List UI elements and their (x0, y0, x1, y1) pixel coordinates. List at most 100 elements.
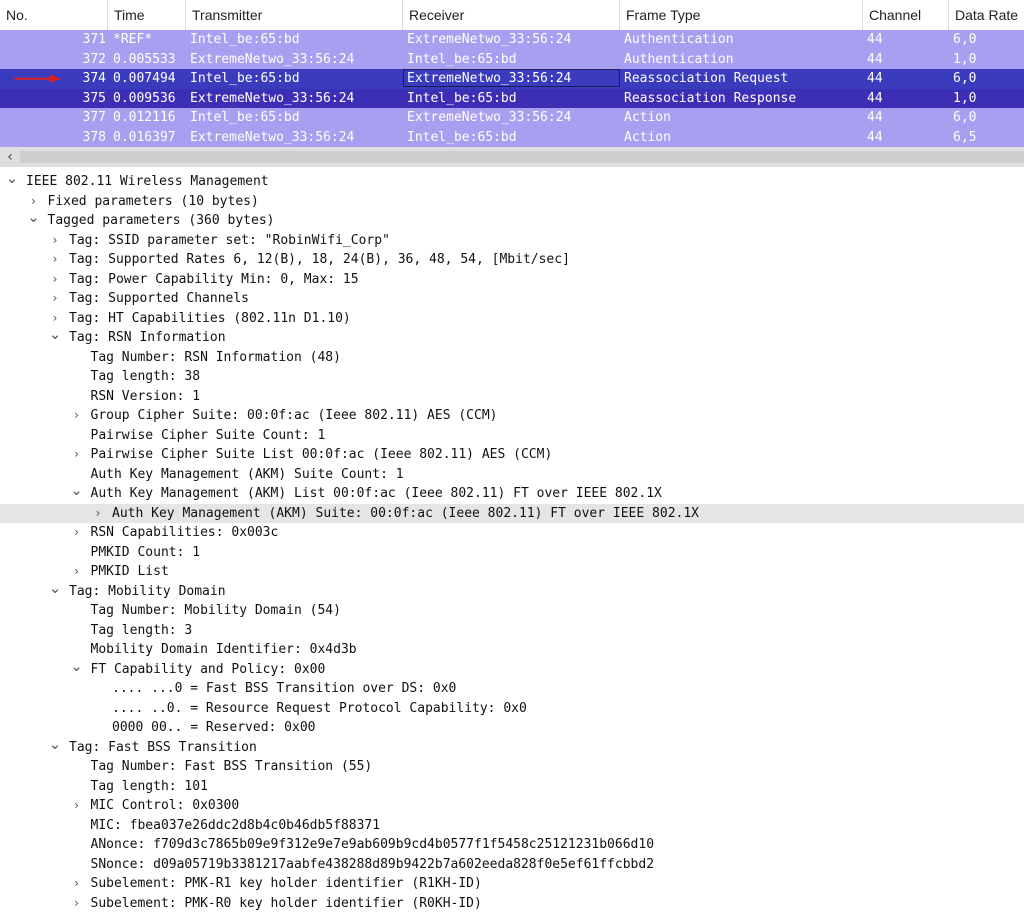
packet-cell-type: Authentication (624, 51, 734, 67)
tree-row[interactable]: MIC: fbea037e26ddc2d8b4c0b46db5f88371 (0, 816, 1024, 836)
packet-list-header: No. Time Transmitter Receiver Frame Type… (0, 0, 1024, 31)
tree-row-label: Tag: Supported Channels (69, 291, 250, 306)
tree-row[interactable]: ⌄ IEEE 802.11 Wireless Management (0, 171, 1024, 192)
tree-row-label: Fixed parameters (10 bytes) (47, 193, 259, 209)
packet-row[interactable]: 371 *REF* Intel_be:65:bd ExtremeNetwo_33:56… (0, 30, 1024, 50)
column-header-transmitter[interactable]: Transmitter (186, 0, 403, 30)
packet-list: No. Time Transmitter Receiver Frame Type… (0, 0, 1024, 147)
tree-row[interactable]: ⌄ Tagged parameters (360 bytes) (0, 210, 1024, 231)
packet-cell-rate: 6,0 (953, 71, 977, 86)
chevron-right-icon[interactable]: › (70, 796, 84, 816)
tree-row-label: MIC: fbea037e26ddc2d8b4c0b46db5f88371 (90, 817, 381, 833)
scrollbar-track[interactable] (20, 151, 1024, 163)
packet-cell-rate: 1,0 (953, 51, 977, 67)
tree-row[interactable]: Tag Number: RSN Information (48) (0, 348, 1024, 368)
tree-row-label: PMKID List (90, 564, 169, 579)
tree-row[interactable]: .... ..0. = Resource Request Protocol Ca… (0, 699, 1024, 719)
tree-row[interactable]: › Tag: Supported Channels (0, 289, 1024, 309)
column-header-data-rate[interactable]: Data Rate (949, 0, 1024, 30)
chevron-down-icon[interactable]: ⌄ (70, 658, 84, 680)
tree-row-label: Tag: Fast BSS Transition (69, 739, 257, 755)
tree-row[interactable]: SNonce: d09a05719b3381217aabfe438288d89b… (0, 855, 1024, 875)
tree-row[interactable]: › Group Cipher Suite: 00:0f:ac (Ieee 802.… (0, 406, 1024, 426)
tree-row[interactable]: ⌄ FT Capability and Policy: 0x00 (0, 658, 1024, 680)
tree-row[interactable]: Auth Key Management (AKM) Suite Count: 1 (0, 465, 1024, 485)
chevron-down-icon[interactable]: ⌄ (5, 171, 19, 192)
tree-row-label: Auth Key Management (AKM) List 00:0f:ac … (90, 486, 662, 501)
tree-row-label: Pairwise Cipher Suite Count: 1 (90, 427, 326, 443)
chevron-right-icon[interactable]: › (91, 504, 105, 524)
tree-row-label: Tag Number: Mobility Domain (54) (90, 603, 341, 618)
tree-row[interactable]: › Tag: Power Capability Min: 0, Max: 15 (0, 270, 1024, 290)
packet-row[interactable]: 372 0.005533 ExtremeNetwo_33:56:24 Intel_be… (0, 49, 1024, 69)
chevron-right-icon[interactable]: › (48, 250, 62, 270)
tree-row[interactable]: › Subelement: PMK-R0 key holder identifie… (0, 894, 1024, 914)
tree-row[interactable]: › PMKID List (0, 562, 1024, 582)
packet-cell-tx: ExtremeNetwo_33:56:24 (190, 129, 355, 145)
tree-row[interactable]: Tag length: 101 (0, 777, 1024, 797)
tree-row[interactable]: › Subelement: PMK-R1 key holder identifie… (0, 874, 1024, 894)
packet-cell-time: *REF* (113, 32, 153, 47)
chevron-right-icon[interactable]: › (48, 289, 62, 309)
chevron-right-icon[interactable]: › (48, 270, 62, 290)
chevron-right-icon[interactable]: › (70, 523, 84, 543)
tree-row[interactable]: › MIC Control: 0x0300 (0, 796, 1024, 816)
tree-row[interactable]: Pairwise Cipher Suite Count: 1 (0, 426, 1024, 446)
chevron-right-icon[interactable]: › (70, 562, 84, 582)
tree-row[interactable]: Mobility Domain Identifier: 0x4d3b (0, 640, 1024, 660)
tree-row[interactable]: › Fixed parameters (10 bytes) (0, 192, 1024, 212)
tree-row[interactable]: RSN Version: 1 (0, 387, 1024, 407)
chevron-down-icon[interactable]: ⌄ (70, 483, 84, 504)
tree-row[interactable]: Tag Number: Fast BSS Transition (55) (0, 757, 1024, 777)
column-header-time[interactable]: Time (108, 0, 186, 30)
packet-cell-rx: ExtremeNetwo_33:56:24 (407, 32, 572, 47)
tree-row-label: .... ..0. = Resource Request Protocol Ca… (112, 700, 527, 716)
tree-row[interactable]: › Tag: SSID parameter set: "RobinWifi_Cor… (0, 231, 1024, 251)
chevron-right-icon[interactable]: › (70, 894, 84, 914)
packet-cell-type: Action (624, 129, 671, 145)
tree-row[interactable]: .... ...0 = Fast BSS Transition over DS:… (0, 679, 1024, 699)
tree-row[interactable]: ⌄ Tag: Mobility Domain (0, 580, 1024, 602)
tree-row[interactable]: Tag length: 38 (0, 367, 1024, 387)
chevron-right-icon[interactable]: › (70, 445, 84, 465)
tree-row[interactable]: PMKID Count: 1 (0, 543, 1024, 563)
tree-row-label: Tag Number: RSN Information (48) (90, 349, 341, 365)
chevron-down-icon[interactable]: ⌄ (48, 327, 62, 348)
column-header-frame-type[interactable]: Frame Type (620, 0, 863, 30)
chevron-right-icon[interactable]: › (70, 874, 84, 894)
tree-row-label: Subelement: PMK-R1 key holder identifier… (90, 876, 482, 891)
chevron-down-icon[interactable]: ⌄ (27, 210, 41, 231)
packet-cell-rx: Intel_be:65:bd (407, 51, 517, 67)
column-header-no[interactable]: No. (0, 0, 108, 30)
tree-row-label: Tag length: 3 (90, 622, 193, 638)
tree-row[interactable]: Tag length: 3 (0, 621, 1024, 641)
tree-row[interactable]: › Tag: Supported Rates 6, 12(B), 18, 24(B… (0, 250, 1024, 270)
tree-row[interactable]: › Pairwise Cipher Suite List 00:0f:ac (Ie… (0, 445, 1024, 465)
tree-row[interactable]: 0000 00.. = Reserved: 0x00 (0, 718, 1024, 738)
tree-row-label: Tag: HT Capabilities (802.11n D1.10) (69, 310, 351, 326)
column-header-channel[interactable]: Channel (863, 0, 949, 30)
chevron-left-icon[interactable]: ‹ (0, 147, 20, 167)
column-header-receiver[interactable]: Receiver (403, 0, 620, 30)
packet-row[interactable]: 378 0.016397 ExtremeNetwo_33:56:24 Intel_be… (0, 127, 1024, 147)
tree-row[interactable]: › Tag: HT Capabilities (802.11n D1.10) (0, 309, 1024, 329)
tree-row[interactable]: ⌄ Tag: Fast BSS Transition (0, 736, 1024, 758)
tree-row[interactable]: ANonce: f709d3c7865b09e9f312e9e7e9ab609b… (0, 835, 1024, 855)
packet-row[interactable]: 377 0.012116 Intel_be:65:bd ExtremeNetwo_33… (0, 108, 1024, 128)
chevron-right-icon[interactable]: › (48, 231, 62, 251)
tree-row[interactable]: ⌄ Tag: RSN Information (0, 327, 1024, 348)
chevron-down-icon[interactable]: ⌄ (48, 736, 62, 758)
tree-row[interactable]: › Auth Key Management (AKM) Suite: 00:0f:… (0, 503, 1024, 524)
tree-row[interactable]: ⌄ Auth Key Management (AKM) List 00:0f:ac… (0, 483, 1024, 504)
tree-row[interactable]: Tag Number: Mobility Domain (54) (0, 601, 1024, 621)
tree-row-label: .... ...0 = Fast BSS Transition over DS:… (112, 681, 457, 696)
tree-row[interactable]: › RSN Capabilities: 0x003c (0, 523, 1024, 543)
packet-cell-tx: Intel_be:65:bd (190, 32, 300, 47)
packet-cell-tx: ExtremeNetwo_33:56:24 (190, 51, 355, 67)
packet-row[interactable]: 375 0.009536 ExtremeNetwo_33:56:24 Intel_be… (0, 88, 1024, 108)
packet-row[interactable]: 374 0.007494 Intel_be:65:bd ExtremeNetwo_33… (0, 69, 1024, 89)
horizontal-scrollbar[interactable]: ‹ (0, 147, 1024, 167)
chevron-right-icon[interactable]: › (70, 406, 84, 426)
chevron-down-icon[interactable]: ⌄ (48, 580, 62, 602)
tree-row-label: ANonce: f709d3c7865b09e9f312e9e7e9ab609b… (90, 837, 655, 852)
